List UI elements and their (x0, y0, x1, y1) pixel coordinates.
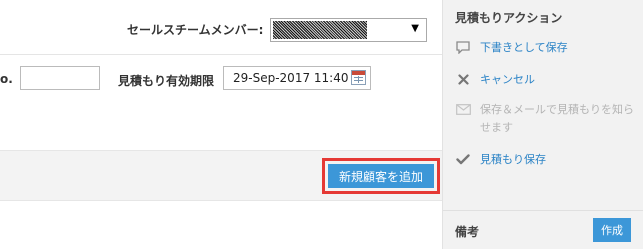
expiry-label: 見積もり有効期限 (118, 74, 215, 88)
create-note-button[interactable]: 作成 (593, 218, 631, 242)
quote-actions-sidebar: 見積もりアクション 下書きとして保存 キャンセル 保存＆メールで見積もりを知らせ… (442, 0, 643, 249)
team-member-row: セールスチームメンバー: ▼ (0, 0, 442, 55)
expiry-date-value: 29-Sep-2017 11:40 (233, 71, 349, 85)
quote-details-row: o. 見積もり有効期限 29-Sep-2017 11:40 (0, 56, 442, 150)
close-icon (455, 71, 471, 87)
cancel-action[interactable]: キャンセル (455, 71, 635, 89)
envelope-icon (455, 101, 471, 117)
notes-section: 備考 作成 (443, 210, 643, 249)
quote-no-input[interactable] (20, 66, 100, 90)
customer-toolbar: 新規顧客を追加 (0, 150, 442, 201)
save-quote-action[interactable]: 見積もり保存 (455, 151, 635, 169)
calendar-icon[interactable] (351, 70, 366, 85)
quote-no-label: o. (0, 72, 13, 86)
quote-form: セールスチームメンバー: ▼ o. 見積もり有効期限 29-Sep-2017 1… (0, 0, 442, 249)
cancel-label: キャンセル (480, 73, 535, 86)
team-member-label: セールスチームメンバー: (127, 23, 264, 37)
highlight-box: 新規顧客を追加 (322, 158, 440, 194)
save-and-email-action: 保存＆メールで見積もりを知らせます (455, 101, 635, 137)
sidebar-title: 見積もりアクション (455, 11, 563, 25)
save-and-email-label: 保存＆メールで見積もりを知らせます (480, 103, 634, 134)
save-draft-action[interactable]: 下書きとして保存 (455, 39, 635, 57)
save-quote-label: 見積もり保存 (480, 153, 546, 166)
save-draft-label: 下書きとして保存 (480, 41, 568, 54)
notes-label: 備考 (455, 225, 480, 239)
masked-value (273, 21, 367, 39)
dropdown-arrow-icon: ▼ (411, 23, 419, 34)
expiry-date-input[interactable]: 29-Sep-2017 11:40 (223, 66, 371, 90)
add-customer-button[interactable]: 新規顧客を追加 (328, 164, 434, 188)
comment-icon (455, 39, 471, 55)
checkmark-icon (455, 151, 471, 167)
team-member-select[interactable]: ▼ (270, 18, 427, 42)
